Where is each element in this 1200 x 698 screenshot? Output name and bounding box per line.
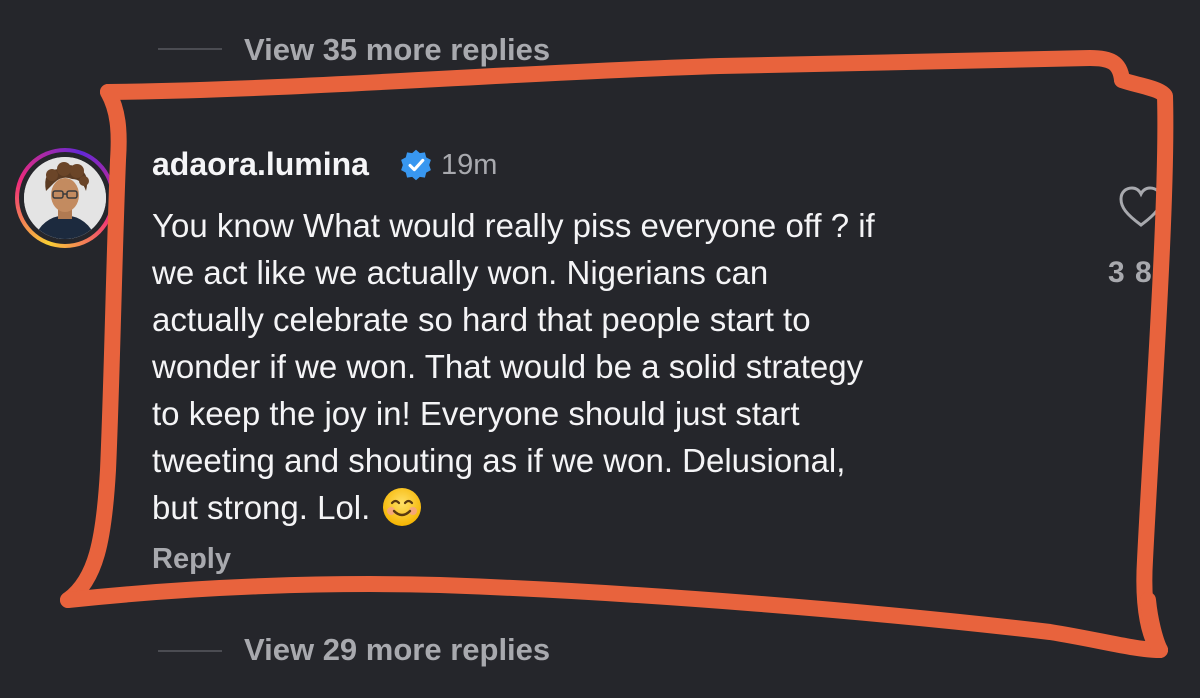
comment-username[interactable]: adaora.lumina [152, 146, 369, 183]
heart-icon[interactable] [1116, 183, 1166, 233]
comment-line: actually celebrate so hard that people s… [152, 301, 811, 338]
profile-photo [24, 157, 106, 239]
divider-top [158, 48, 222, 50]
divider-bottom [158, 650, 222, 652]
like-count: 3 8 [1108, 256, 1153, 289]
smiling-face-emoji-icon [383, 488, 422, 526]
comment-line: we act like we actually won. Nigerians c… [152, 254, 769, 291]
view-more-replies-top[interactable]: View 35 more replies [244, 32, 550, 68]
verified-badge-icon [401, 149, 431, 181]
comment-line: to keep the joy in! Everyone should just… [152, 395, 800, 432]
avatar [24, 157, 106, 239]
view-more-replies-bottom[interactable]: View 29 more replies [244, 632, 550, 668]
comment-line: You know What would really piss everyone… [152, 207, 875, 244]
avatar-story-ring[interactable] [15, 148, 115, 248]
comment-line: but strong. Lol. [152, 489, 371, 526]
comment-line: tweeting and shouting as if we won. Delu… [152, 442, 846, 479]
comment-text: You know What would really piss everyone… [152, 202, 1052, 531]
comment-timestamp: 19m [441, 149, 498, 181]
comment-line-last: but strong. Lol. [152, 484, 1052, 531]
comment-line: wonder if we won. That would be a solid … [152, 348, 864, 385]
reply-button[interactable]: Reply [152, 543, 231, 576]
